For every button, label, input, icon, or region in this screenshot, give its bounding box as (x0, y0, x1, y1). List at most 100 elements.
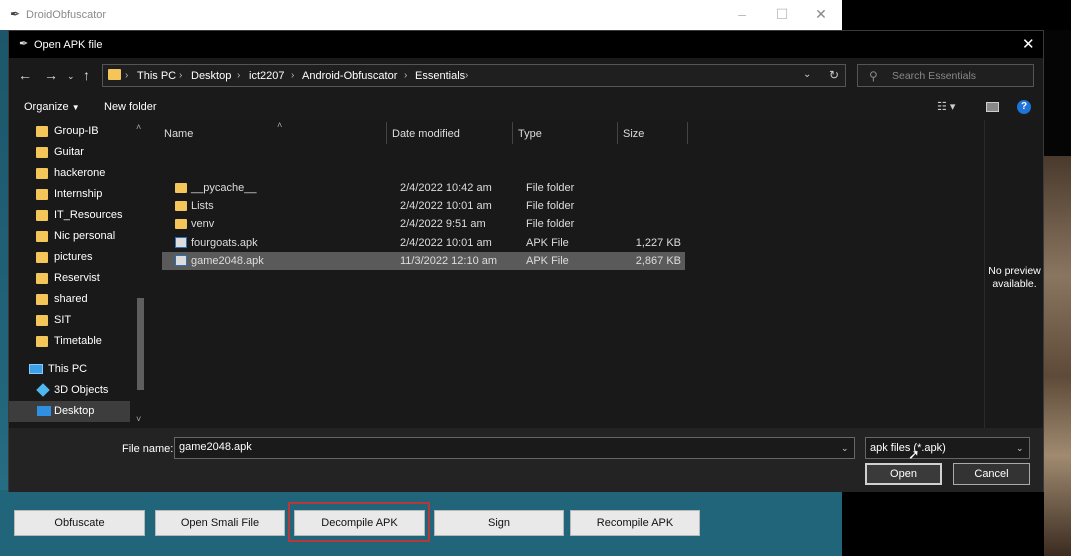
recent-locations-icon[interactable]: ⌄ (67, 71, 75, 82)
scroll-down-icon[interactable]: ˅ (136, 414, 141, 424)
apk-file-icon (175, 255, 187, 266)
organize-menu[interactable]: Organize ▼ (24, 101, 80, 113)
column-header-size[interactable]: Size (623, 128, 644, 140)
nav-item-3d-objects[interactable]: 3D Objects (9, 380, 139, 401)
dialog-title: Open APK file (34, 39, 103, 51)
file-row[interactable]: venv 2/4/2022 9:51 am File folder (162, 215, 685, 233)
nav-item-this-pc[interactable]: This PC (9, 359, 139, 380)
nav-item-reservist[interactable]: Reservist (9, 268, 139, 289)
forward-arrow-icon[interactable]: → (44, 67, 58, 83)
help-icon[interactable]: ? (1017, 100, 1031, 114)
folder-icon (36, 336, 48, 347)
breadcrumb-separator: › (465, 70, 469, 81)
nav-item-label: Nic personal (54, 230, 116, 242)
refresh-icon[interactable]: ↻ (829, 68, 839, 82)
nav-item-it-resources[interactable]: IT_Resources (9, 205, 139, 226)
column-divider[interactable] (512, 122, 513, 144)
breadcrumb-desktop[interactable]: Desktop (191, 70, 231, 82)
back-arrow-icon[interactable]: ← (18, 67, 32, 83)
address-row: ← → ⌄ ↑ › This PC › Desktop › ict2207 › … (9, 58, 1043, 92)
desktop-background (1044, 30, 1071, 156)
search-icon: ⚲ (869, 69, 878, 83)
folder-icon (36, 294, 48, 305)
open-smali-file-button[interactable]: Open Smali File (155, 510, 285, 536)
file-name: game2048.apk (191, 255, 264, 267)
up-arrow-icon[interactable]: ↑ (83, 67, 90, 83)
column-divider[interactable] (687, 122, 688, 144)
chevron-down-icon[interactable]: ⌄ (841, 443, 849, 454)
chevron-down-icon: ⌄ (1016, 443, 1024, 453)
file-row[interactable]: Lists 2/4/2022 10:01 am File folder (162, 197, 685, 215)
file-row[interactable]: fourgoats.apk 2/4/2022 10:01 am APK File… (162, 234, 685, 252)
chevron-down-icon[interactable]: ⌄ (803, 69, 811, 80)
breadcrumb-separator: › (179, 70, 183, 81)
close-icon[interactable]: ✕ (814, 6, 828, 23)
nav-item-label: shared (54, 293, 88, 305)
file-name-input[interactable]: game2048.apk (174, 437, 855, 459)
apk-file-icon (175, 237, 187, 248)
nav-item-label: SIT (54, 314, 72, 326)
column-header-date[interactable]: Date modified (392, 128, 460, 140)
close-icon[interactable]: ✕ (1022, 35, 1035, 53)
obfuscate-button[interactable]: Obfuscate (14, 510, 145, 536)
nav-item-hackerone[interactable]: hackerone (9, 163, 139, 184)
search-input[interactable]: ⚲ Search Essentials (857, 64, 1034, 87)
file-name: venv (191, 218, 215, 230)
file-date: 2/4/2022 10:42 am (400, 182, 492, 194)
breadcrumb-essentials[interactable]: Essentials (415, 70, 465, 82)
scroll-up-icon[interactable]: ˄ (136, 122, 141, 132)
chevron-down-icon: ▼ (71, 103, 80, 112)
nav-item-desktop[interactable]: Desktop (9, 401, 130, 422)
nav-item-label: Internship (54, 188, 103, 200)
breadcrumb-android-obfuscator[interactable]: Android-Obfuscator (302, 70, 397, 82)
file-type: File folder (526, 200, 575, 212)
file-row[interactable]: __pycache__ 2/4/2022 10:42 am File folde… (162, 179, 685, 197)
open-button[interactable]: Open (865, 463, 942, 485)
new-folder-button[interactable]: New folder (104, 101, 157, 113)
nav-item-label: Guitar (54, 146, 84, 158)
column-header-name[interactable]: Name (164, 128, 193, 140)
minimize-icon[interactable]: – (735, 6, 749, 22)
breadcrumb-separator: › (125, 70, 129, 81)
breadcrumb-this-pc[interactable]: This PC (137, 70, 176, 82)
search-placeholder: Search Essentials (892, 70, 977, 82)
nav-item-label: Desktop (54, 405, 95, 417)
nav-item-guitar[interactable]: Guitar (9, 142, 139, 163)
recompile-apk-button[interactable]: Recompile APK (570, 510, 700, 536)
preview-pane-icon[interactable] (986, 102, 999, 112)
folder-icon (36, 147, 48, 158)
desktop-icon (37, 406, 51, 416)
nav-item-shared[interactable]: shared (9, 289, 139, 310)
cancel-button[interactable]: Cancel (953, 463, 1030, 485)
file-size: 1,227 KB (635, 237, 681, 249)
maximize-icon[interactable]: ☐ (775, 6, 789, 23)
column-divider[interactable] (386, 122, 387, 144)
file-date: 2/4/2022 10:01 am (400, 200, 492, 212)
column-divider[interactable] (617, 122, 618, 144)
nav-scrollbar-thumb[interactable] (137, 298, 144, 390)
file-name: Lists (191, 200, 214, 212)
file-type: File folder (526, 182, 575, 194)
highlight-annotation (288, 502, 430, 542)
breadcrumb-ict2207[interactable]: ict2207 (249, 70, 284, 82)
sign-button[interactable]: Sign (434, 510, 564, 536)
dialog-footer: File name: game2048.apk ⌄ apk files (*.a… (9, 428, 1043, 492)
address-bar[interactable]: › This PC › Desktop › ict2207 › Android-… (102, 64, 846, 87)
view-options-icon[interactable]: ☷ ▾ (937, 100, 955, 113)
folder-icon (175, 201, 187, 211)
file-name: __pycache__ (191, 182, 257, 194)
nav-item-pictures[interactable]: pictures (9, 247, 139, 268)
nav-item-label: pictures (54, 251, 93, 263)
folder-icon (36, 126, 48, 137)
nav-item-sit[interactable]: SIT (9, 310, 139, 331)
file-type: File folder (526, 218, 575, 230)
nav-item-group-ib[interactable]: Group-IB (9, 121, 139, 142)
nav-item-internship[interactable]: Internship (9, 184, 139, 205)
file-row-selected[interactable]: game2048.apk 11/3/2022 12:10 am APK File… (162, 252, 685, 270)
file-type-select[interactable]: apk files (*.apk) ⌄ (865, 437, 1030, 459)
nav-item-nic-personal[interactable]: Nic personal (9, 226, 139, 247)
nav-item-timetable[interactable]: Timetable (9, 331, 139, 352)
cube-icon (36, 383, 50, 397)
column-header-type[interactable]: Type (518, 128, 542, 140)
folder-icon (36, 189, 48, 200)
